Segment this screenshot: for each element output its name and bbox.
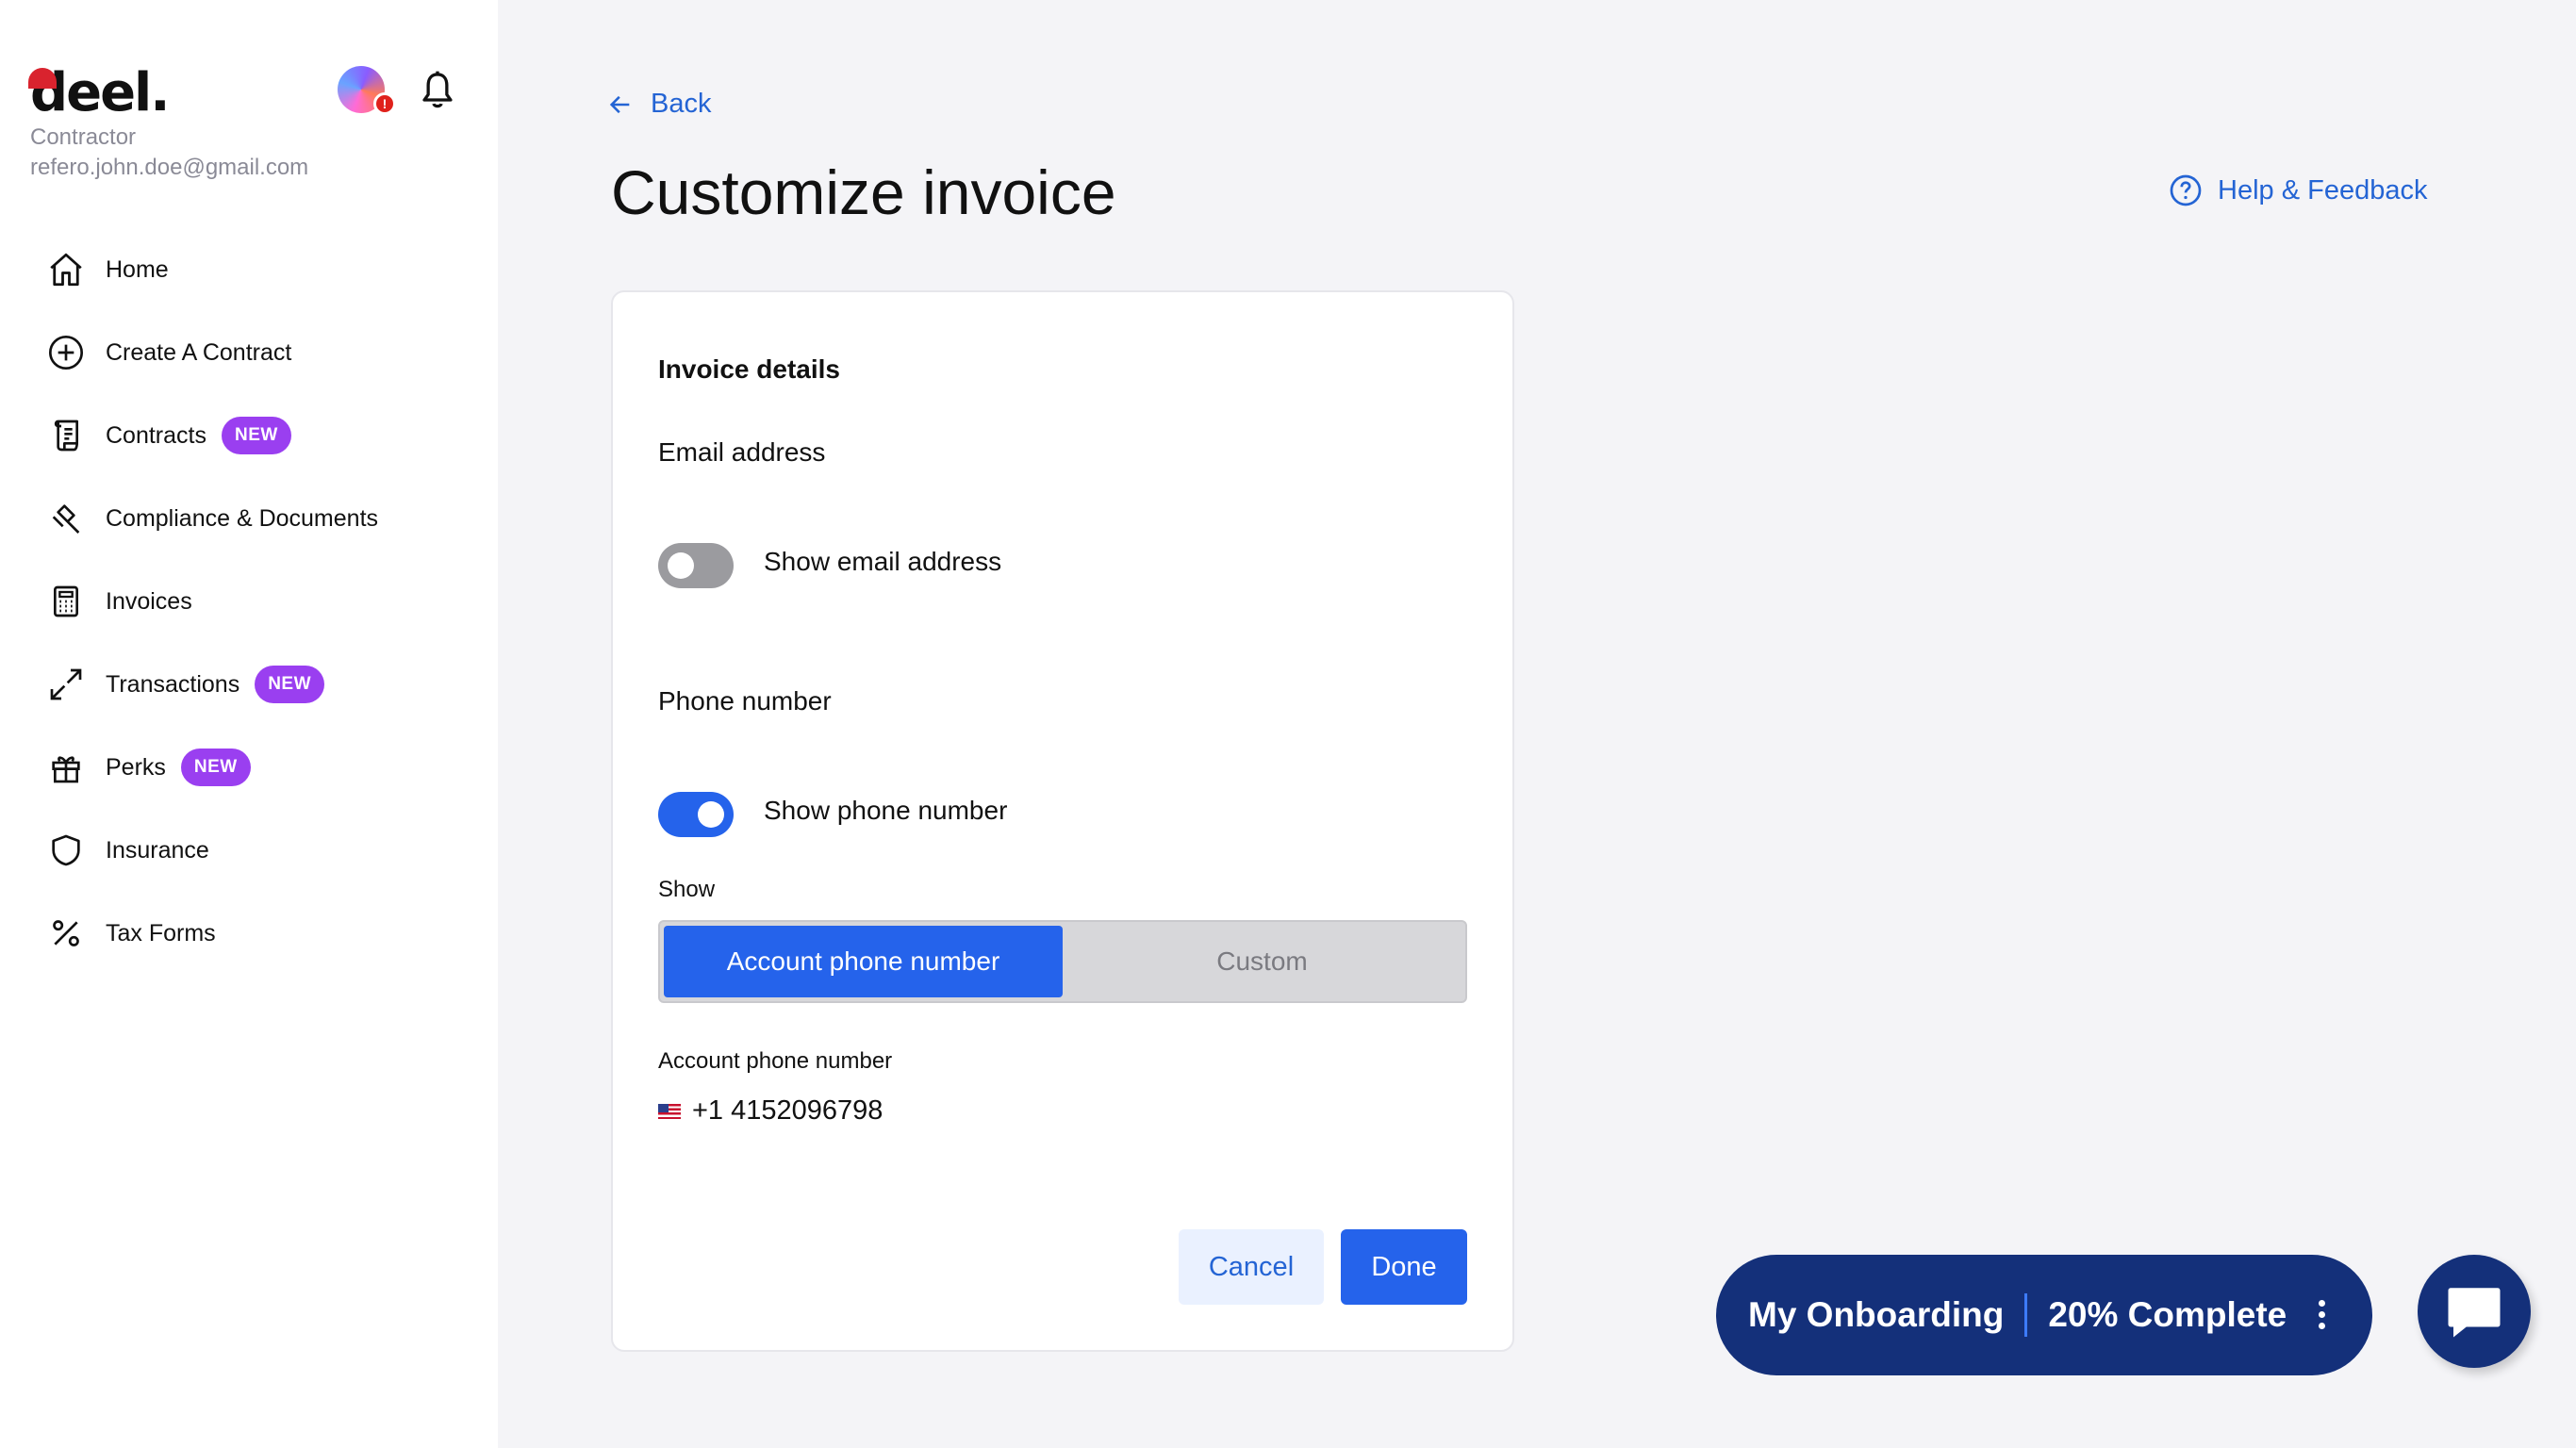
arrows-icon [45,664,87,705]
show-email-toggle[interactable] [658,543,734,588]
chat-button[interactable] [2418,1255,2531,1368]
onboarding-progress-pill[interactable]: My Onboarding 20% Complete [1716,1255,2372,1375]
home-icon [45,249,87,290]
page-title: Customize invoice [611,157,1116,227]
show-phone-toggle[interactable] [658,792,734,837]
sidebar-item-transactions[interactable]: Transactions NEW [45,643,479,726]
sidebar-item-label: Invoices [106,587,192,615]
sidebar-item-label: Create A Contract [106,338,292,366]
phone-source-segmented-control: Account phone number Custom [658,920,1467,1003]
show-label: Show [658,877,716,902]
new-badge: NEW [255,666,325,703]
new-badge: NEW [180,749,251,786]
phone-section-label: Phone number [658,686,832,716]
sidebar-item-contracts[interactable]: Contracts NEW [45,394,479,477]
show-phone-label: Show phone number [764,796,1008,825]
sidebar-item-label: Tax Forms [106,919,216,946]
help-label: Help & Feedback [2218,174,2428,206]
sidebar: deel. Contractor refero.john.doe@gmail.c… [0,0,498,1448]
help-feedback-link[interactable]: Help & Feedback [2169,173,2427,207]
onboarding-title: My Onboarding [1748,1295,2005,1334]
sidebar-item-tax-forms[interactable]: Tax Forms [45,892,479,975]
sidebar-item-invoices[interactable]: Invoices [45,560,479,643]
phone-value: +1 4152096798 [658,1095,883,1127]
chat-icon [2448,1288,2501,1338]
plus-circle-icon [45,332,87,373]
invoice-icon [45,581,87,622]
onboarding-progress: 20% Complete [2048,1295,2287,1334]
sidebar-item-label: Perks [106,753,166,781]
deel-logo[interactable]: deel. [28,62,171,123]
sidebar-item-create-contract[interactable]: Create A Contract [45,311,479,394]
sidebar-item-compliance[interactable]: Compliance & Documents [45,477,479,560]
more-options-icon[interactable] [2319,1300,2325,1334]
toggle-knob [698,801,724,828]
phone-number: +1 4152096798 [692,1095,883,1126]
sidebar-item-insurance[interactable]: Insurance [45,809,479,892]
us-flag-icon [658,1103,681,1119]
account-phone-label: Account phone number [658,1048,893,1074]
contract-icon [45,415,87,456]
sidebar-item-label: Transactions [106,670,240,698]
arrow-left-icon [609,95,630,113]
cancel-button[interactable]: Cancel [1179,1229,1324,1305]
sidebar-item-label: Contracts [106,421,206,449]
sidebar-item-home[interactable]: Home [45,228,479,311]
sidebar-item-label: Compliance & Documents [106,504,379,532]
back-link[interactable]: Back [607,89,711,120]
invoice-details-card: Invoice details Email address Show email… [611,290,1514,1352]
bell-icon[interactable] [419,70,456,113]
percent-icon [45,913,87,954]
santa-hat-icon [28,68,57,89]
back-label: Back [651,89,712,119]
sidebar-item-perks[interactable]: Perks NEW [45,726,479,809]
avatar-alert-badge: ! [373,92,396,115]
new-badge: NEW [221,417,291,454]
section-title: Invoice details [658,354,840,384]
user-email: refero.john.doe@gmail.com [30,155,309,180]
divider [2024,1293,2028,1337]
sidebar-item-label: Home [106,255,169,283]
email-section-label: Email address [658,437,826,467]
done-button[interactable]: Done [1341,1229,1467,1305]
segment-account-phone[interactable]: Account phone number [664,926,1063,997]
help-circle-icon [2170,174,2202,206]
gift-icon [45,747,87,788]
toggle-knob [668,552,694,579]
gavel-icon [45,498,87,539]
user-role: Contractor [30,124,137,150]
sidebar-nav: Home Create A Contract Contracts NEW Com… [45,228,479,975]
shield-icon [45,830,87,871]
show-email-label: Show email address [764,547,1002,576]
segment-custom[interactable]: Custom [1063,926,1461,997]
sidebar-item-label: Insurance [106,836,209,864]
